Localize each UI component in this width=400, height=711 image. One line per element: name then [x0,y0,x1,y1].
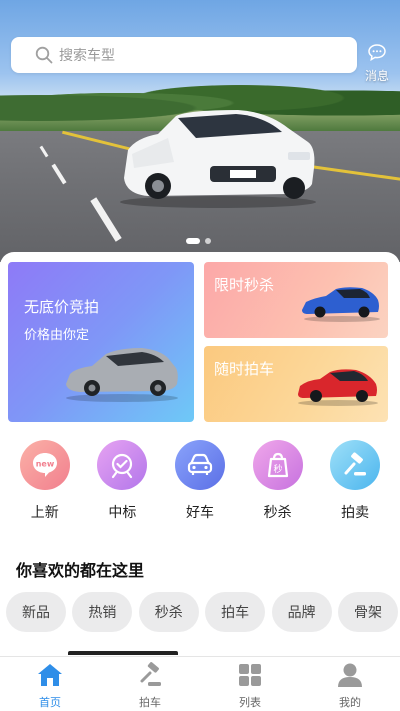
search-icon [35,46,53,64]
red-sports-car-image [296,366,380,406]
category-label: 秒杀 [243,502,313,522]
anytime-auction-promo-card[interactable]: 随时拍车 [204,346,388,422]
tag-chip[interactable]: 骨架 [338,592,398,632]
nav-home[interactable]: 首页 [0,657,100,711]
auction-promo-subtitle: 价格由你定 [24,324,89,343]
bottom-nav: 首页 拍车 列表 我的 [0,656,400,711]
nav-auction[interactable]: 拍车 [100,657,200,711]
section-title: 你喜欢的都在这里 [16,557,144,581]
carousel-indicator [186,238,211,244]
blue-sports-car-image [300,284,382,322]
banner-carousel[interactable]: 搜索车型 消息 [0,0,400,262]
chat-bubble-icon [368,44,386,61]
category-label: 上新 [10,502,80,522]
auction-promo-card[interactable]: 无底价竞拍 价格由你定 [8,262,194,422]
silver-car-image [62,344,180,402]
auction-promo-title: 无底价竞拍 [24,296,99,317]
svg-text:秒: 秒 [273,463,282,475]
nav-list[interactable]: 列表 [200,657,300,711]
home-icon [36,662,64,688]
tag-chip[interactable]: 热销 [72,592,132,632]
car-icon [185,450,215,480]
app-screen: 搜索车型 消息 无底价竞拍 价格由你定 限时秒杀 随时拍车 new 上新 中标 … [0,0,400,711]
nav-label: 列表 [200,694,300,710]
banner-car-image [118,108,318,208]
tag-chip[interactable]: 新品 [6,592,66,632]
flash-sale-promo-title: 限时秒杀 [214,274,274,295]
carousel-dot[interactable] [205,238,211,244]
category-row: new 上新 中标 好车 秒 秒杀 拍卖 [0,440,400,522]
home-content: 无底价竞拍 价格由你定 限时秒杀 随时拍车 new 上新 中标 好车 秒 秒杀 … [0,252,400,652]
nav-profile[interactable]: 我的 [300,657,400,711]
nav-label: 我的 [300,694,400,710]
tag-chip[interactable]: 拍车 [205,592,265,632]
nav-label: 首页 [0,694,100,710]
category-label: 拍卖 [320,502,390,522]
category-flash-sale[interactable]: 秒 秒杀 [243,440,313,522]
gavel-icon [136,662,164,688]
search-placeholder: 搜索车型 [59,45,115,65]
grid-icon [236,662,264,688]
category-good-car[interactable]: 好车 [165,440,235,522]
tag-chip[interactable]: 秒杀 [139,592,199,632]
message-label: 消息 [360,67,394,84]
target-icon [107,450,137,480]
anytime-auction-promo-title: 随时拍车 [214,358,274,379]
message-button[interactable]: 消息 [360,44,394,84]
new-icon: new [30,450,60,480]
flash-sale-promo-card[interactable]: 限时秒杀 [204,262,388,338]
category-label: 中标 [87,502,157,522]
category-auction[interactable]: 拍卖 [320,440,390,522]
category-new[interactable]: new 上新 [10,440,80,522]
nav-label: 拍车 [100,694,200,710]
category-won-bid[interactable]: 中标 [87,440,157,522]
tag-chip[interactable]: 品牌 [272,592,332,632]
flash-sale-icon: 秒 [263,450,293,480]
category-label: 好车 [165,502,235,522]
tag-filter-row: 新品 热销 秒杀 拍车 品牌 骨架 [6,592,398,632]
svg-text:new: new [36,460,55,469]
gavel-icon [340,450,370,480]
search-bar[interactable]: 搜索车型 [11,37,357,73]
user-icon [336,662,364,688]
carousel-dot-active[interactable] [186,238,200,244]
